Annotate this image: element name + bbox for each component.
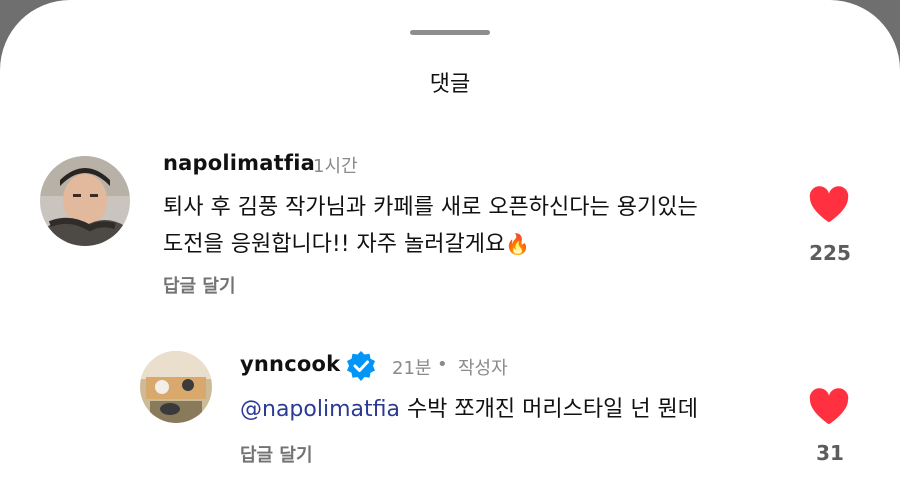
sheet-title: 댓글 [429, 72, 471, 97]
author-badge: 작성자 [458, 358, 508, 379]
comment-username[interactable]: napolimatfia [163, 151, 315, 175]
verified-badge-icon [345, 350, 377, 386]
threads-at-icon: @ [240, 397, 262, 422]
avatar[interactable] [140, 351, 212, 423]
drag-handle[interactable] [410, 30, 490, 35]
like-heart-icon[interactable] [808, 186, 850, 228]
reply-timestamp: 21분 [392, 358, 432, 379]
avatar-image [140, 351, 212, 423]
like-count: 31 [816, 441, 844, 465]
reply-button[interactable]: 답글 달기 [163, 272, 236, 298]
reply-username[interactable]: ynncook [240, 352, 340, 376]
fire-emoji-icon: 🔥 [505, 232, 531, 256]
reply-button[interactable]: 답글 달기 [240, 441, 313, 467]
comment-timestamp: 1시간 [313, 156, 358, 177]
comment-text: 퇴사 후 김풍 작가님과 카페를 새로 오픈하신다는 용기있는 도전을 응원합니… [163, 190, 783, 263]
separator-dot: • [437, 354, 448, 375]
comments-sheet: 댓글 napolimatfia 1시간 퇴사 후 김풍 작가님과 카페를 새로 … [0, 0, 900, 500]
mention-link[interactable]: @napolimatfia [240, 397, 400, 422]
avatar[interactable] [40, 156, 130, 246]
like-count: 225 [809, 241, 851, 265]
comment-text-line2: 도전을 응원합니다!! 자주 놀러갈게요🔥 [163, 232, 531, 257]
reply-text: @napolimatfia 수박 쪼개진 머리스타일 넌 뭔데 [240, 397, 699, 422]
avatar-image [40, 156, 130, 246]
comment-text-line1: 퇴사 후 김풍 작가님과 카페를 새로 오픈하신다는 용기있는 [163, 195, 698, 220]
like-heart-icon[interactable] [808, 388, 850, 430]
